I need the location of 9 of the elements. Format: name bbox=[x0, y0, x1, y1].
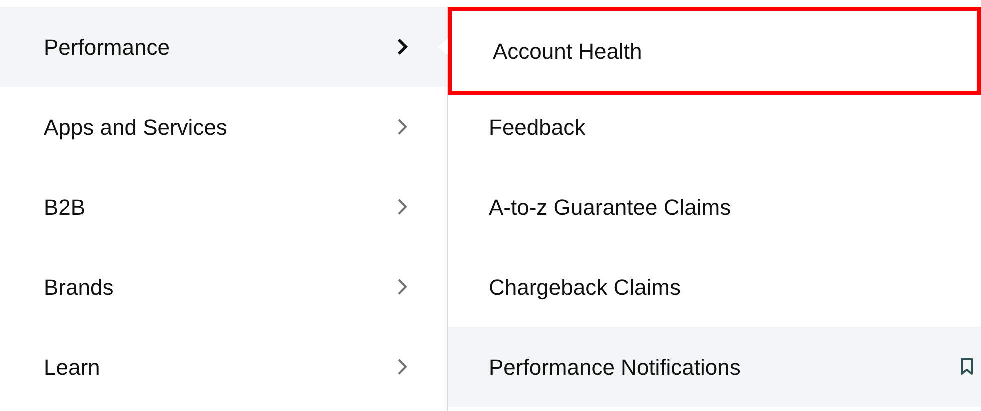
submenu-item[interactable]: Account Health bbox=[448, 7, 981, 95]
chevron-right-icon bbox=[397, 358, 409, 376]
chevron-right-icon bbox=[397, 38, 409, 56]
menu-item[interactable]: Performance bbox=[0, 7, 447, 87]
chevron-right-icon bbox=[397, 198, 409, 216]
chevron-right-icon bbox=[397, 278, 409, 296]
bookmark-icon[interactable] bbox=[960, 358, 974, 376]
chevron-right-icon bbox=[397, 118, 409, 136]
submenu-item[interactable]: Performance Notifications bbox=[448, 327, 981, 407]
